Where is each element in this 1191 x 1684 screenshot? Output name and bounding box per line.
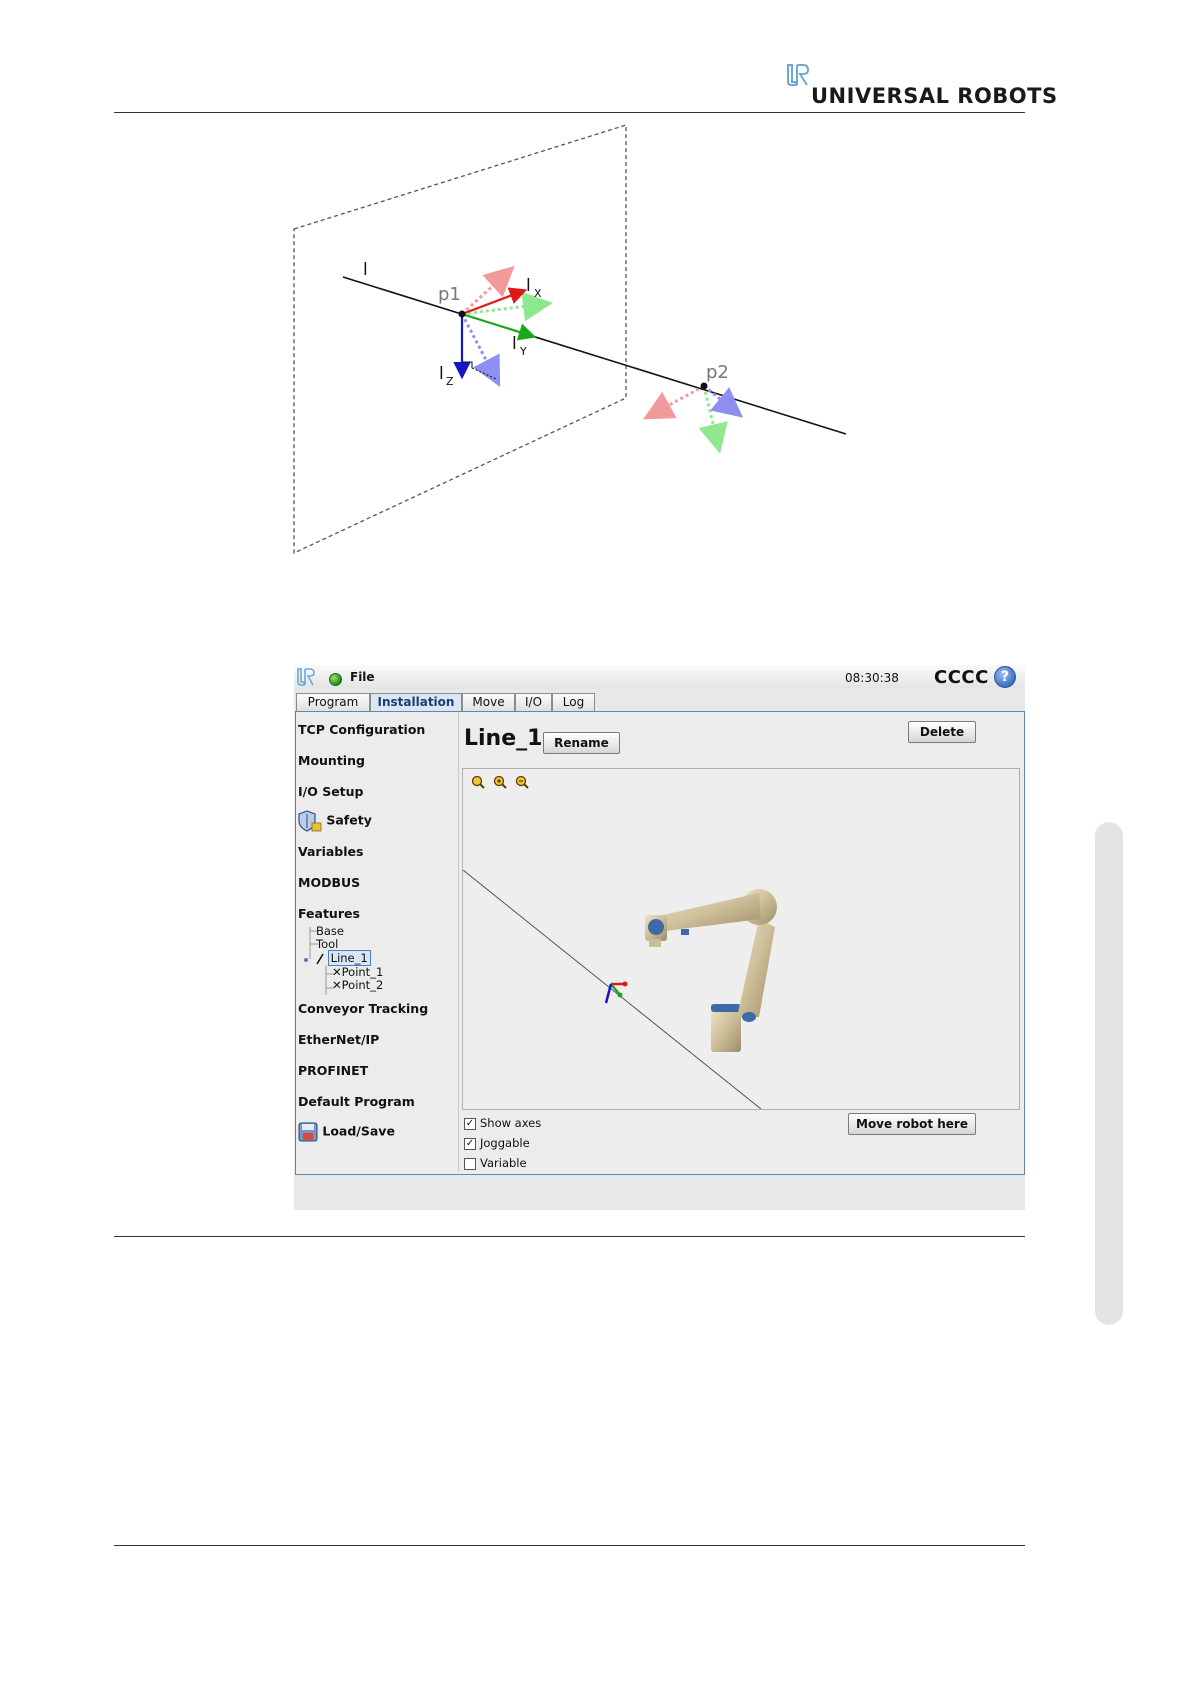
robot-name: CCCC bbox=[934, 667, 989, 688]
tab-program[interactable]: Program bbox=[296, 693, 370, 711]
sidebar-item-io-setup[interactable]: I/O Setup bbox=[298, 784, 364, 799]
ur-logo-icon bbox=[297, 668, 315, 686]
label-lx-sub: X bbox=[534, 287, 542, 300]
robot-scene bbox=[463, 869, 777, 1109]
p1-y-arrow bbox=[461, 312, 537, 341]
line-l bbox=[342, 276, 847, 435]
line-feature-diagram: l p1 p2 l X l Y l Z bbox=[293, 124, 847, 555]
sidebar-item-mounting[interactable]: Mounting bbox=[298, 753, 365, 768]
sidebar-item-conveyor[interactable]: Conveyor Tracking bbox=[298, 1001, 428, 1016]
show-axes-check-icon: ✓ bbox=[464, 1117, 476, 1130]
sidebar-item-default-program[interactable]: Default Program bbox=[298, 1094, 415, 1109]
sidebar-item-modbus[interactable]: MODBUS bbox=[298, 875, 360, 890]
p1-point bbox=[458, 310, 466, 318]
right-angle-mark bbox=[462, 361, 473, 368]
variable-checkbox[interactable]: Variable bbox=[464, 1156, 527, 1170]
header-rule bbox=[114, 112, 1025, 113]
sidebar-item-ethernet-ip[interactable]: EtherNet/IP bbox=[298, 1032, 379, 1047]
side-chapter-tab bbox=[1095, 822, 1123, 1325]
footer-rule bbox=[114, 1545, 1025, 1546]
sidebar-item-tcp[interactable]: TCP Configuration bbox=[298, 722, 425, 737]
label-l: l bbox=[363, 260, 368, 280]
variable-check-icon bbox=[464, 1157, 476, 1170]
tree-item-point-2[interactable]: ✕Point_2 bbox=[332, 978, 383, 992]
floppy-disk-icon bbox=[298, 1122, 318, 1142]
joggable-checkbox[interactable]: ✓ Joggable bbox=[464, 1136, 530, 1150]
joggable-label: Joggable bbox=[480, 1136, 530, 1150]
label-ly: l bbox=[512, 334, 517, 354]
universal-robots-logo: UNIVERSAL ROBOTS bbox=[785, 62, 1057, 112]
sidebar-item-load-save-label: Load/Save bbox=[322, 1123, 395, 1139]
tab-log[interactable]: Log bbox=[552, 693, 595, 711]
joggable-check-icon: ✓ bbox=[464, 1137, 476, 1150]
point-icon: ✕ bbox=[332, 978, 342, 992]
tab-move[interactable]: Move bbox=[462, 693, 515, 711]
sidebar-item-variables[interactable]: Variables bbox=[298, 844, 363, 859]
plane-outline bbox=[293, 124, 627, 555]
label-lz: l bbox=[439, 364, 444, 384]
robot-status-icon[interactable] bbox=[329, 673, 342, 686]
help-icon[interactable]: ? bbox=[994, 666, 1016, 688]
label-lz-sub: Z bbox=[446, 375, 454, 388]
robot-forearm bbox=[737, 919, 775, 1017]
tree-item-point-2-label: Point_2 bbox=[341, 978, 384, 992]
rename-button[interactable]: Rename bbox=[543, 732, 620, 754]
tree-item-base[interactable]: Base bbox=[316, 924, 344, 938]
tree-item-tool[interactable]: Tool bbox=[316, 937, 338, 951]
polyscope-window: File 08:30:38 CCCC ? Program Installatio… bbox=[294, 665, 1025, 1210]
label-ly-sub: Y bbox=[519, 345, 527, 358]
installation-panel: TCP Configuration Mounting I/O Setup Saf… bbox=[295, 711, 1025, 1175]
sidebar-item-safety-label: Safety bbox=[326, 812, 372, 828]
3d-view[interactable] bbox=[462, 768, 1020, 1110]
safety-shield-icon bbox=[298, 810, 322, 832]
ur-logo-icon bbox=[787, 64, 810, 86]
show-axes-checkbox[interactable]: ✓ Show axes bbox=[464, 1116, 541, 1130]
p1-faded-x-arrow bbox=[460, 265, 515, 316]
tree-item-line-label: Line_1 bbox=[327, 950, 371, 966]
robot-base bbox=[711, 1008, 741, 1052]
sidebar-item-profinet[interactable]: PROFINET bbox=[298, 1063, 368, 1078]
file-menu[interactable]: File bbox=[350, 670, 375, 684]
section-rule bbox=[114, 1236, 1025, 1237]
line-feature-icon bbox=[316, 953, 324, 964]
show-axes-label: Show axes bbox=[480, 1116, 542, 1130]
label-lx: l bbox=[526, 276, 531, 296]
clock: 08:30:38 bbox=[845, 671, 899, 685]
sidebar-item-safety[interactable]: Safety bbox=[298, 810, 372, 832]
label-p1: p1 bbox=[438, 284, 461, 305]
p2-faded-x-arrow bbox=[643, 384, 705, 420]
feature-title: Line_1 bbox=[464, 726, 543, 751]
title-bar: File 08:30:38 CCCC ? bbox=[294, 665, 1025, 689]
tree-item-point-1[interactable]: ✕Point_1 bbox=[332, 965, 383, 979]
tree-item-point-1-label: Point_1 bbox=[341, 965, 384, 979]
p2-point bbox=[700, 382, 708, 390]
installation-sidebar: TCP Configuration Mounting I/O Setup Saf… bbox=[296, 712, 459, 1172]
label-p2: p2 bbox=[706, 362, 729, 383]
tree-item-line[interactable]: Line_1 bbox=[316, 950, 371, 966]
tab-installation[interactable]: Installation bbox=[370, 693, 462, 712]
delete-button[interactable]: Delete bbox=[908, 721, 976, 743]
feature-editor: Line_1 Rename Delete ✓ Show axes ✓ Jogga… bbox=[460, 712, 1024, 1172]
sidebar-item-load-save[interactable]: Load/Save bbox=[298, 1122, 395, 1142]
variable-label: Variable bbox=[480, 1156, 527, 1170]
sidebar-item-features[interactable]: Features bbox=[298, 906, 360, 921]
logo-text: UNIVERSAL ROBOTS bbox=[811, 84, 1058, 108]
point-icon: ✕ bbox=[332, 965, 342, 979]
move-robot-here-button[interactable]: Move robot here bbox=[848, 1113, 976, 1135]
tab-io[interactable]: I/O bbox=[515, 693, 552, 711]
robot-upper-arm bbox=[663, 893, 761, 931]
